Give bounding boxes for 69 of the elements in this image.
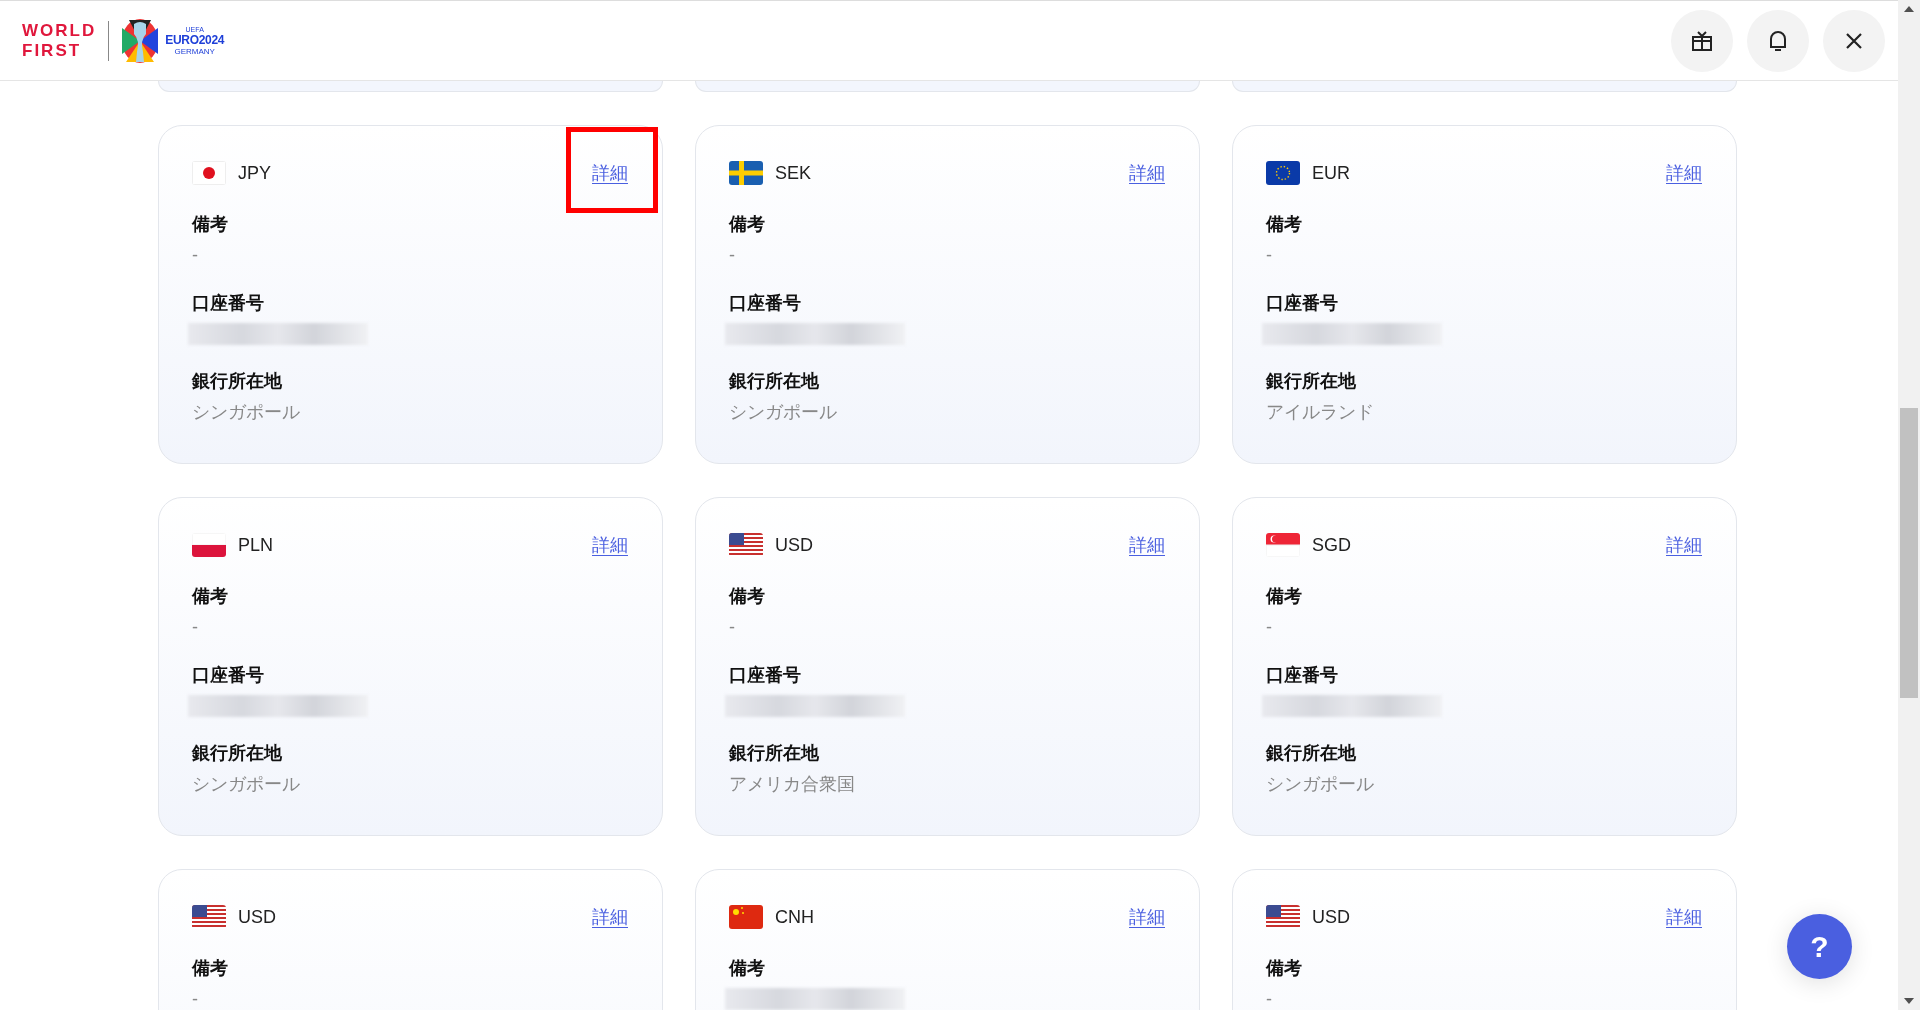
currency-code: SEK (775, 162, 813, 184)
field-label: 備考 (192, 213, 229, 236)
field-label: 口座番号 (729, 292, 802, 315)
field-label: 備考 (1266, 213, 1303, 236)
field-label: 口座番号 (192, 664, 265, 687)
flag-icon (1266, 905, 1300, 929)
flag-icon (1266, 161, 1300, 185)
currency-code: USD (775, 534, 814, 556)
close-icon (1845, 31, 1863, 50)
field-value: - (192, 244, 199, 267)
details-link[interactable]: 詳細 (592, 905, 628, 929)
field-value: - (729, 244, 736, 267)
bell-icon (1768, 28, 1788, 53)
flag-icon (192, 905, 226, 929)
flag-icon (192, 161, 226, 185)
field-label: 銀行所在地 (192, 742, 283, 765)
flag-icon (192, 533, 226, 557)
field-label: 銀行所在地 (729, 370, 820, 393)
field-label: 銀行所在地 (192, 370, 283, 393)
currency-code: SGD (1312, 534, 1352, 556)
field-label: 備考 (729, 585, 766, 608)
field-value: - (192, 988, 199, 1010)
field-value: - (1266, 616, 1273, 639)
scrollbar[interactable] (1898, 0, 1920, 1010)
field-label: 銀行所在地 (729, 742, 820, 765)
currency-code: EUR (1312, 162, 1351, 184)
field-value: シンガポール (1266, 773, 1375, 796)
details-link[interactable]: 詳細 (1666, 533, 1702, 557)
field-label: 備考 (1266, 957, 1303, 980)
currency-code: JPY (238, 162, 272, 184)
flag-icon (1266, 533, 1300, 557)
field-label: 口座番号 (729, 664, 802, 687)
field-label: 備考 (192, 957, 229, 980)
field-value: アメリカ合衆国 (729, 773, 856, 796)
field-value: シンガポール (729, 401, 838, 424)
field-label: 口座番号 (192, 292, 265, 315)
details-link[interactable]: 詳細 (592, 161, 628, 185)
currency-code: CNH (775, 906, 815, 928)
details-link[interactable]: 詳細 (1129, 161, 1165, 185)
flag-icon (729, 905, 763, 929)
details-link[interactable]: 詳細 (1129, 905, 1165, 929)
details-link[interactable]: 詳細 (1666, 161, 1702, 185)
field-value: - (192, 616, 199, 639)
details-link[interactable]: 詳細 (1666, 905, 1702, 929)
brand-logo: WORLD FIRST (22, 20, 97, 61)
field-value: アイルランド (1266, 401, 1375, 424)
help-button[interactable]: ? (1787, 914, 1852, 979)
field-label: 備考 (192, 585, 229, 608)
gift-icon (1691, 29, 1713, 52)
flag-icon (729, 161, 763, 185)
field-label: 口座番号 (1266, 664, 1339, 687)
currency-code: USD (1312, 906, 1351, 928)
currency-code: PLN (238, 534, 274, 556)
field-label: 備考 (1266, 585, 1303, 608)
field-label: 備考 (729, 213, 766, 236)
details-link[interactable]: 詳細 (1129, 533, 1165, 557)
field-value: シンガポール (192, 401, 301, 424)
field-label: 銀行所在地 (1266, 742, 1357, 765)
field-value: - (1266, 244, 1273, 267)
currency-code: USD (238, 906, 277, 928)
field-label: 口座番号 (1266, 292, 1339, 315)
details-link[interactable]: 詳細 (592, 533, 628, 557)
field-label: 銀行所在地 (1266, 370, 1357, 393)
field-value: シンガポール (192, 773, 301, 796)
field-value: - (1266, 988, 1273, 1010)
field-label: 備考 (729, 957, 766, 980)
field-value: - (729, 616, 736, 639)
trophy-logo-icon (121, 17, 160, 64)
flag-icon (729, 533, 763, 557)
